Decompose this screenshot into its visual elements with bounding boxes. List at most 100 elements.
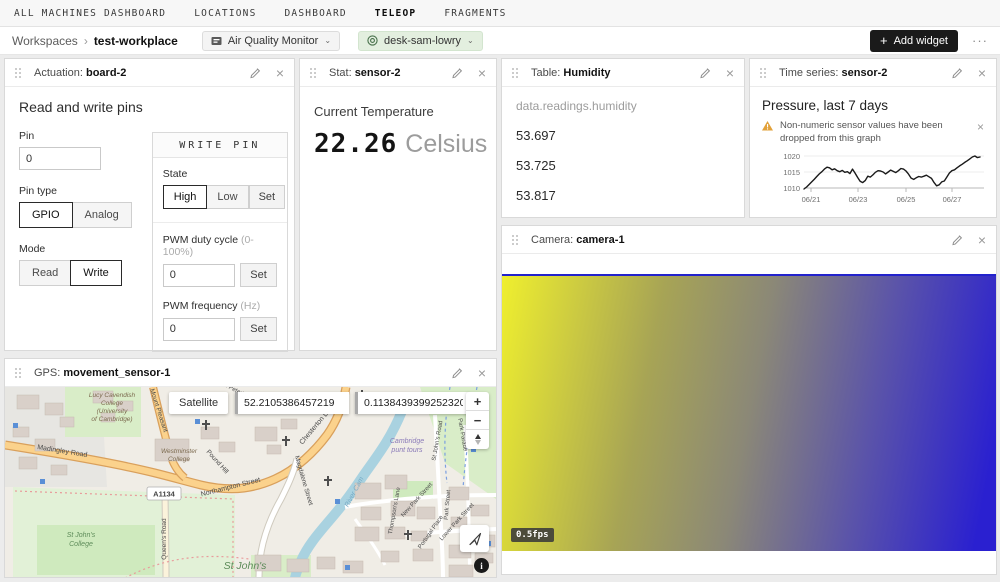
- x-tick: 06/27: [943, 195, 962, 204]
- drag-handle-icon[interactable]: [15, 368, 21, 378]
- drag-handle-icon[interactable]: [512, 68, 518, 78]
- pwm-freq-set-button[interactable]: Set: [240, 317, 277, 341]
- pitch-arrows-icon: [475, 434, 481, 445]
- widget-title: Stat: sensor-2: [329, 67, 401, 79]
- mode-label: Mode: [19, 243, 132, 255]
- nav-teleop[interactable]: TELEOP: [375, 8, 417, 19]
- mode-write-button[interactable]: Write: [70, 260, 121, 286]
- nav-fragments[interactable]: FRAGMENTS: [444, 8, 506, 19]
- widget-title: Table: Humidity: [531, 67, 610, 79]
- satellite-toggle-button[interactable]: Satellite: [169, 392, 228, 414]
- state-set-button[interactable]: Set: [249, 185, 286, 209]
- close-icon[interactable]: ×: [478, 66, 486, 80]
- warning-dismiss-icon[interactable]: ×: [977, 120, 984, 134]
- map-container: A1134 Lucy CavendishCollege(Universityof…: [5, 387, 496, 577]
- map-label: (University: [97, 408, 128, 415]
- edit-pencil-icon[interactable]: [249, 67, 261, 79]
- close-icon[interactable]: ×: [276, 66, 284, 80]
- widget-timeseries: Time series: sensor-2 × Pressure, last 7…: [749, 58, 997, 218]
- locate-button[interactable]: [460, 525, 489, 552]
- y-tick: 1020: [783, 152, 800, 161]
- breadcrumb: Workspaces › test-workplace: [12, 34, 178, 48]
- pwm-freq-input[interactable]: [163, 318, 235, 341]
- y-tick: 1010: [783, 184, 800, 193]
- state-high-button[interactable]: High: [163, 185, 208, 209]
- map-label: Lucy Cavendish: [89, 392, 136, 399]
- edit-pencil-icon[interactable]: [951, 67, 963, 79]
- add-widget-button[interactable]: + Add widget: [870, 30, 958, 52]
- nav-locations[interactable]: LOCATIONS: [194, 8, 256, 19]
- pin-type-gpio-button[interactable]: GPIO: [19, 202, 73, 228]
- zoom-in-button[interactable]: +: [466, 392, 489, 411]
- map-label: St John's: [67, 532, 96, 539]
- widget-title: Time series: sensor-2: [779, 67, 887, 79]
- pin-controls: Pin Pin type GPIO Analog Mode Read: [19, 130, 132, 352]
- edit-pencil-icon[interactable]: [699, 67, 711, 79]
- map-canvas[interactable]: A1134 Lucy CavendishCollege(Universityof…: [5, 387, 496, 577]
- state-label: State: [163, 168, 277, 180]
- map-label: College: [69, 541, 93, 548]
- drag-handle-icon[interactable]: [15, 68, 21, 78]
- table-row: 53.817: [516, 188, 730, 203]
- more-menu-button[interactable]: ···: [972, 33, 988, 48]
- machine-icon: [211, 36, 222, 46]
- x-tick: 06/21: [802, 195, 821, 204]
- write-pin-panel: WRITE PIN State High Low Set PWM duty cy…: [152, 132, 288, 352]
- edit-pencil-icon[interactable]: [451, 367, 463, 379]
- close-icon[interactable]: ×: [478, 366, 486, 380]
- dashboard-canvas: Actuation: board-2 × Read and write pins…: [0, 55, 1000, 582]
- chevron-down-icon: ⌄: [324, 36, 331, 45]
- drag-handle-icon[interactable]: [760, 68, 766, 78]
- close-icon[interactable]: ×: [726, 66, 734, 80]
- add-widget-label: Add widget: [894, 35, 948, 47]
- warning-text: Non-numeric sensor values have been drop…: [780, 120, 945, 146]
- nav-all-machines-dashboard[interactable]: ALL MACHINES DASHBOARD: [14, 8, 166, 19]
- top-nav: ALL MACHINES DASHBOARD LOCATIONS DASHBOA…: [0, 0, 1000, 27]
- edit-pencil-icon[interactable]: [451, 67, 463, 79]
- close-icon[interactable]: ×: [978, 233, 986, 247]
- write-pin-title: WRITE PIN: [153, 133, 287, 158]
- widget-title: Actuation: board-2: [34, 67, 126, 79]
- latitude-input[interactable]: [235, 392, 349, 414]
- pressure-line-chart: 1020 1015 1010 06/21 06/23 06/25 06/27: [762, 148, 988, 208]
- map-info-button[interactable]: i: [474, 558, 489, 573]
- edit-pencil-icon[interactable]: [951, 234, 963, 246]
- machine-select[interactable]: Air Quality Monitor ⌄: [202, 31, 340, 51]
- stat-unit: Celsius: [405, 130, 487, 159]
- chart-title: Pressure, last 7 days: [762, 98, 984, 113]
- widget-stat: Stat: sensor-2 × Current Temperature 22.…: [299, 58, 497, 351]
- map-label: St John's: [224, 560, 268, 572]
- device-select[interactable]: desk-sam-lowry ⌄: [358, 31, 483, 51]
- pin-type-analog-button[interactable]: Analog: [72, 202, 132, 228]
- stat-value: 22.26: [314, 129, 397, 159]
- widget-title: GPS: movement_sensor-1: [34, 367, 170, 379]
- pitch-toggle-button[interactable]: [466, 430, 489, 449]
- drag-handle-icon[interactable]: [310, 68, 316, 78]
- map-label: of Cambridge): [91, 416, 132, 423]
- table-row: 53.697: [516, 128, 730, 143]
- mode-read-button[interactable]: Read: [19, 260, 71, 286]
- pin-type-label: Pin type: [19, 185, 132, 197]
- pin-label: Pin: [19, 130, 132, 142]
- state-low-button[interactable]: Low: [206, 185, 248, 209]
- svg-text:A1134: A1134: [153, 490, 176, 499]
- machine-select-label: Air Quality Monitor: [228, 35, 318, 47]
- pwm-duty-label: PWM duty cycle (0-100%): [163, 234, 277, 258]
- pwm-duty-set-button[interactable]: Set: [240, 263, 277, 287]
- nav-dashboard[interactable]: DASHBOARD: [285, 8, 347, 19]
- fps-badge: 0.5fps: [511, 528, 554, 542]
- pwm-duty-input[interactable]: [163, 264, 235, 287]
- map-label: College: [101, 400, 123, 407]
- map-label: College: [168, 456, 190, 463]
- map-zoom-control: + −: [466, 392, 489, 449]
- breadcrumb-workspaces[interactable]: Workspaces: [12, 34, 78, 48]
- widget-table: Table: Humidity × data.readings.humidity…: [501, 58, 745, 218]
- close-icon[interactable]: ×: [978, 66, 986, 80]
- pin-input[interactable]: [19, 147, 101, 170]
- camera-stream-image: 0.5fps: [502, 274, 996, 551]
- longitude-input[interactable]: [355, 392, 469, 414]
- zoom-out-button[interactable]: −: [466, 411, 489, 430]
- drag-handle-icon[interactable]: [512, 235, 518, 245]
- workspace-toolbar: Workspaces › test-workplace Air Quality …: [0, 27, 1000, 55]
- breadcrumb-separator: ›: [84, 34, 88, 48]
